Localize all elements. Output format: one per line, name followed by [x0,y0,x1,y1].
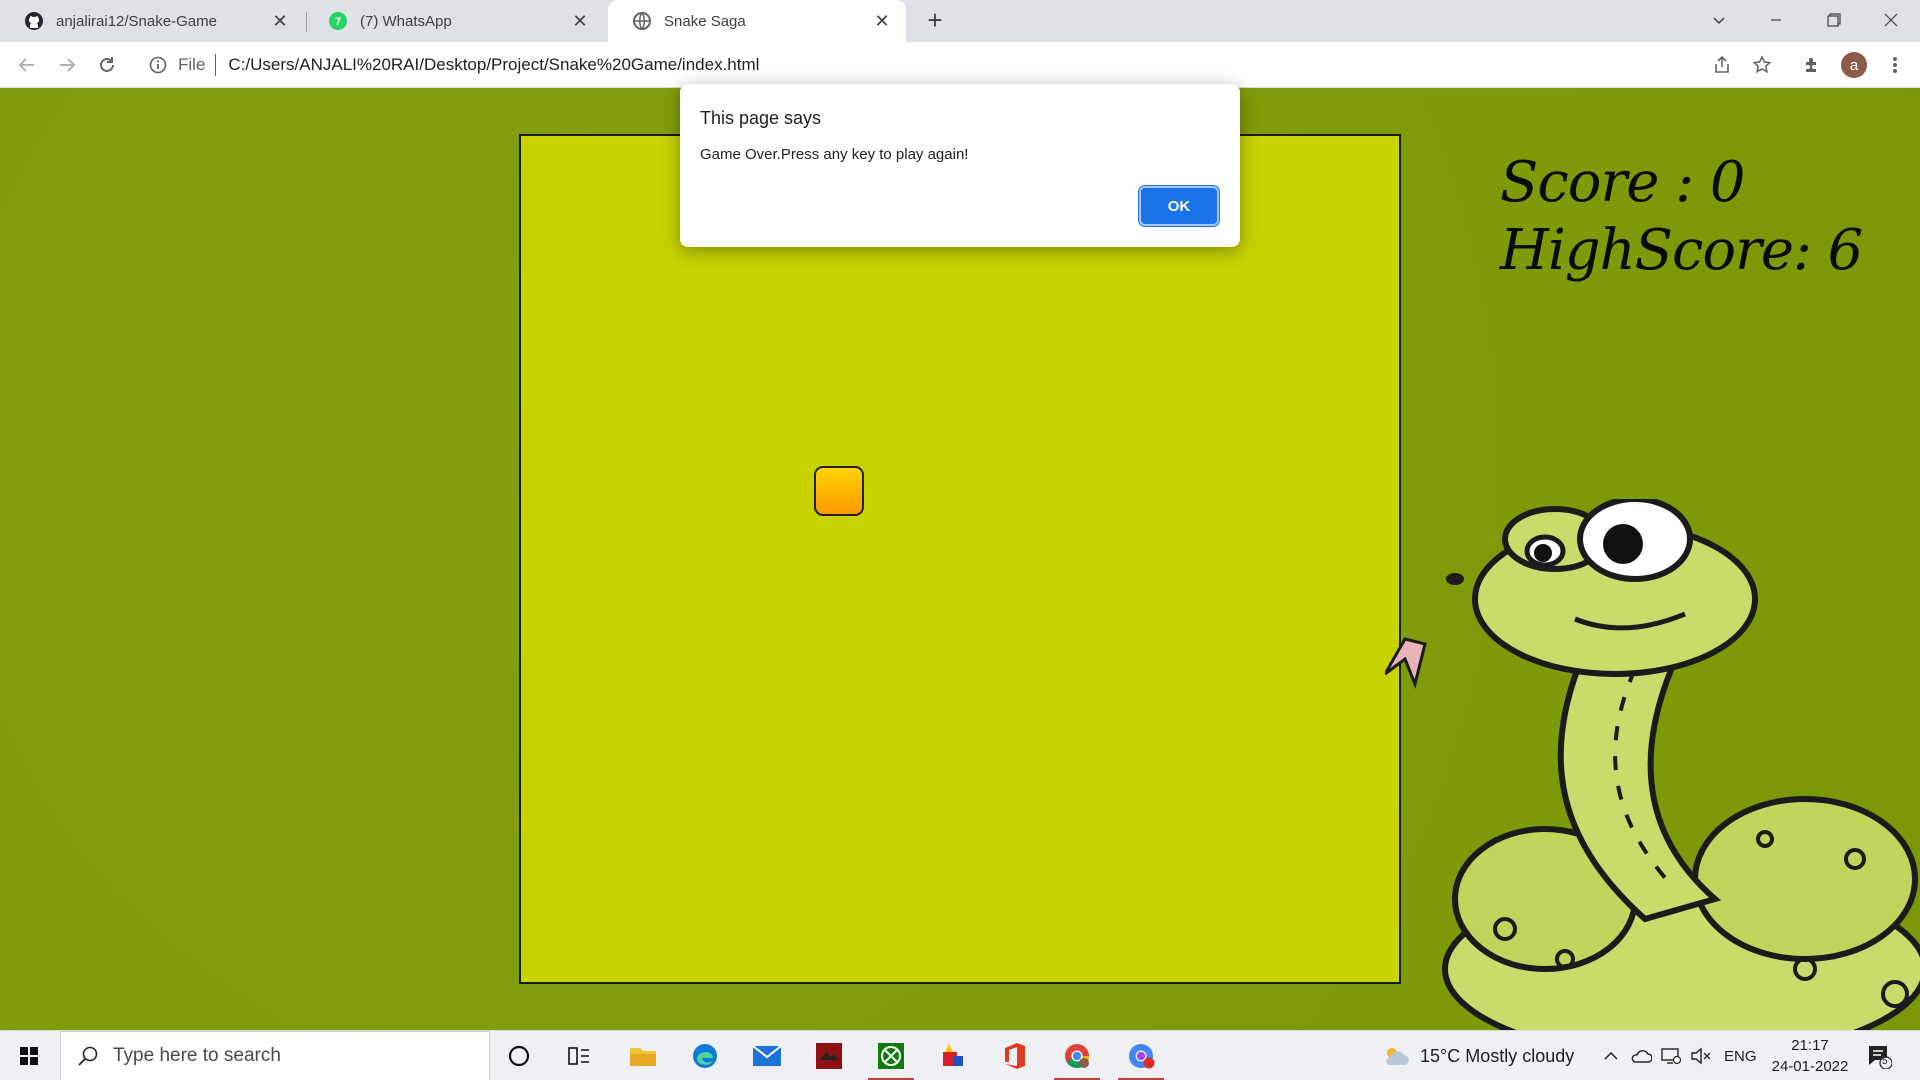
chrome-profile-icon[interactable] [1112,1031,1170,1080]
svg-text:7: 7 [335,16,341,28]
reload-button[interactable] [92,50,122,80]
tab-strip: anjalirai12/Snake-Game ✕ 7 (7) WhatsApp … [0,0,1920,42]
show-hidden-icons-chevron-icon[interactable] [1603,1031,1619,1080]
volume-muted-icon[interactable] [1690,1031,1712,1080]
address-bar[interactable]: File C:/Users/ANJALI%20RAI/Desktop/Proje… [140,48,1705,82]
url-text[interactable]: C:/Users/ANJALI%20RAI/Desktop/Project/Sn… [228,55,759,75]
extensions-icon[interactable] [1799,52,1825,78]
address-divider [215,54,217,76]
dialog-title: This page says [700,108,822,128]
tab-whatsapp[interactable]: 7 (7) WhatsApp ✕ [304,0,604,42]
forward-button[interactable] [52,50,82,80]
windows-start-button[interactable] [0,1031,58,1080]
share-icon[interactable] [1709,52,1735,78]
network-icon[interactable] [1660,1031,1682,1080]
tab-snake-saga[interactable]: Snake Saga ✕ [608,0,906,42]
restore-button[interactable] [1805,0,1863,40]
browser-toolbar: File C:/Users/ANJALI%20RAI/Desktop/Proje… [0,42,1920,88]
close-window-button[interactable] [1862,0,1920,40]
globe-icon [632,11,652,31]
highscore-text: HighScore: 6 [1500,218,1863,283]
github-icon [24,11,44,31]
notification-center-icon[interactable]: 5 [1866,1043,1893,1070]
edge-icon[interactable] [676,1031,734,1080]
xbox-icon[interactable] [862,1031,920,1080]
ok-button[interactable]: OK [1139,186,1219,226]
snake-illustration [1385,499,1920,1030]
food-block [814,466,864,516]
taskbar-search-box[interactable]: Type here to search [60,1031,490,1080]
tab-title: anjalirai12/Snake-Game [56,12,217,30]
windows-logo-icon [20,1047,38,1065]
menu-dots-icon[interactable] [1882,52,1908,78]
search-icon [77,1045,99,1067]
close-icon[interactable]: ✕ [270,11,290,31]
dialog-message: Game Over.Press any key to play again! [700,146,969,163]
clock-date: 24-01-2022 [1771,1058,1849,1075]
notification-count: 5 [1882,1056,1888,1067]
mail-icon[interactable] [738,1031,796,1080]
scheme-label: File [178,55,206,74]
bookmark-star-icon[interactable] [1749,52,1775,78]
minimize-button[interactable] [1747,0,1805,40]
task-view-icon[interactable] [550,1031,608,1080]
profile-avatar[interactable]: a [1841,52,1867,78]
weather-text: 15°C Mostly cloudy [1420,1045,1575,1066]
weather-widget[interactable]: 15°C Mostly cloudy [1382,1031,1574,1080]
chrome-icon[interactable] [1048,1031,1106,1080]
language-indicator[interactable]: ENG [1724,1031,1757,1080]
tab-github[interactable]: anjalirai12/Snake-Game ✕ [0,0,304,42]
windows-taskbar: Type here to search 15°C Mostly cloudy E… [0,1030,1920,1080]
back-button[interactable] [12,50,42,80]
cloudy-weather-icon [1386,1048,1409,1065]
close-icon[interactable]: ✕ [570,11,590,31]
tab-title: Snake Saga [664,12,746,30]
tab-title: (7) WhatsApp [360,12,452,30]
new-tab-button[interactable]: + [922,7,948,34]
game-board[interactable] [519,134,1401,984]
info-icon[interactable] [148,55,168,75]
clock[interactable]: 21:17 24-01-2022 [1768,1035,1852,1077]
search-placeholder: Type here to search [113,1045,281,1066]
app-red-icon[interactable] [800,1031,858,1080]
score-panel: Score : 0 HighScore: 6 [1500,149,1863,285]
office-icon[interactable] [986,1031,1044,1080]
paint-icon[interactable] [924,1031,982,1080]
close-icon[interactable]: ✕ [872,11,892,31]
cortana-icon[interactable] [490,1031,548,1080]
whatsapp-icon: 7 [328,11,348,31]
clock-time: 21:17 [1791,1037,1829,1054]
onedrive-cloud-icon[interactable] [1630,1031,1652,1080]
alert-dialog: This page says Game Over.Press any key t… [680,84,1240,247]
score-text: Score : 0 [1500,150,1745,215]
file-explorer-icon[interactable] [614,1031,672,1080]
tab-search-chevron-icon[interactable] [1690,0,1748,40]
